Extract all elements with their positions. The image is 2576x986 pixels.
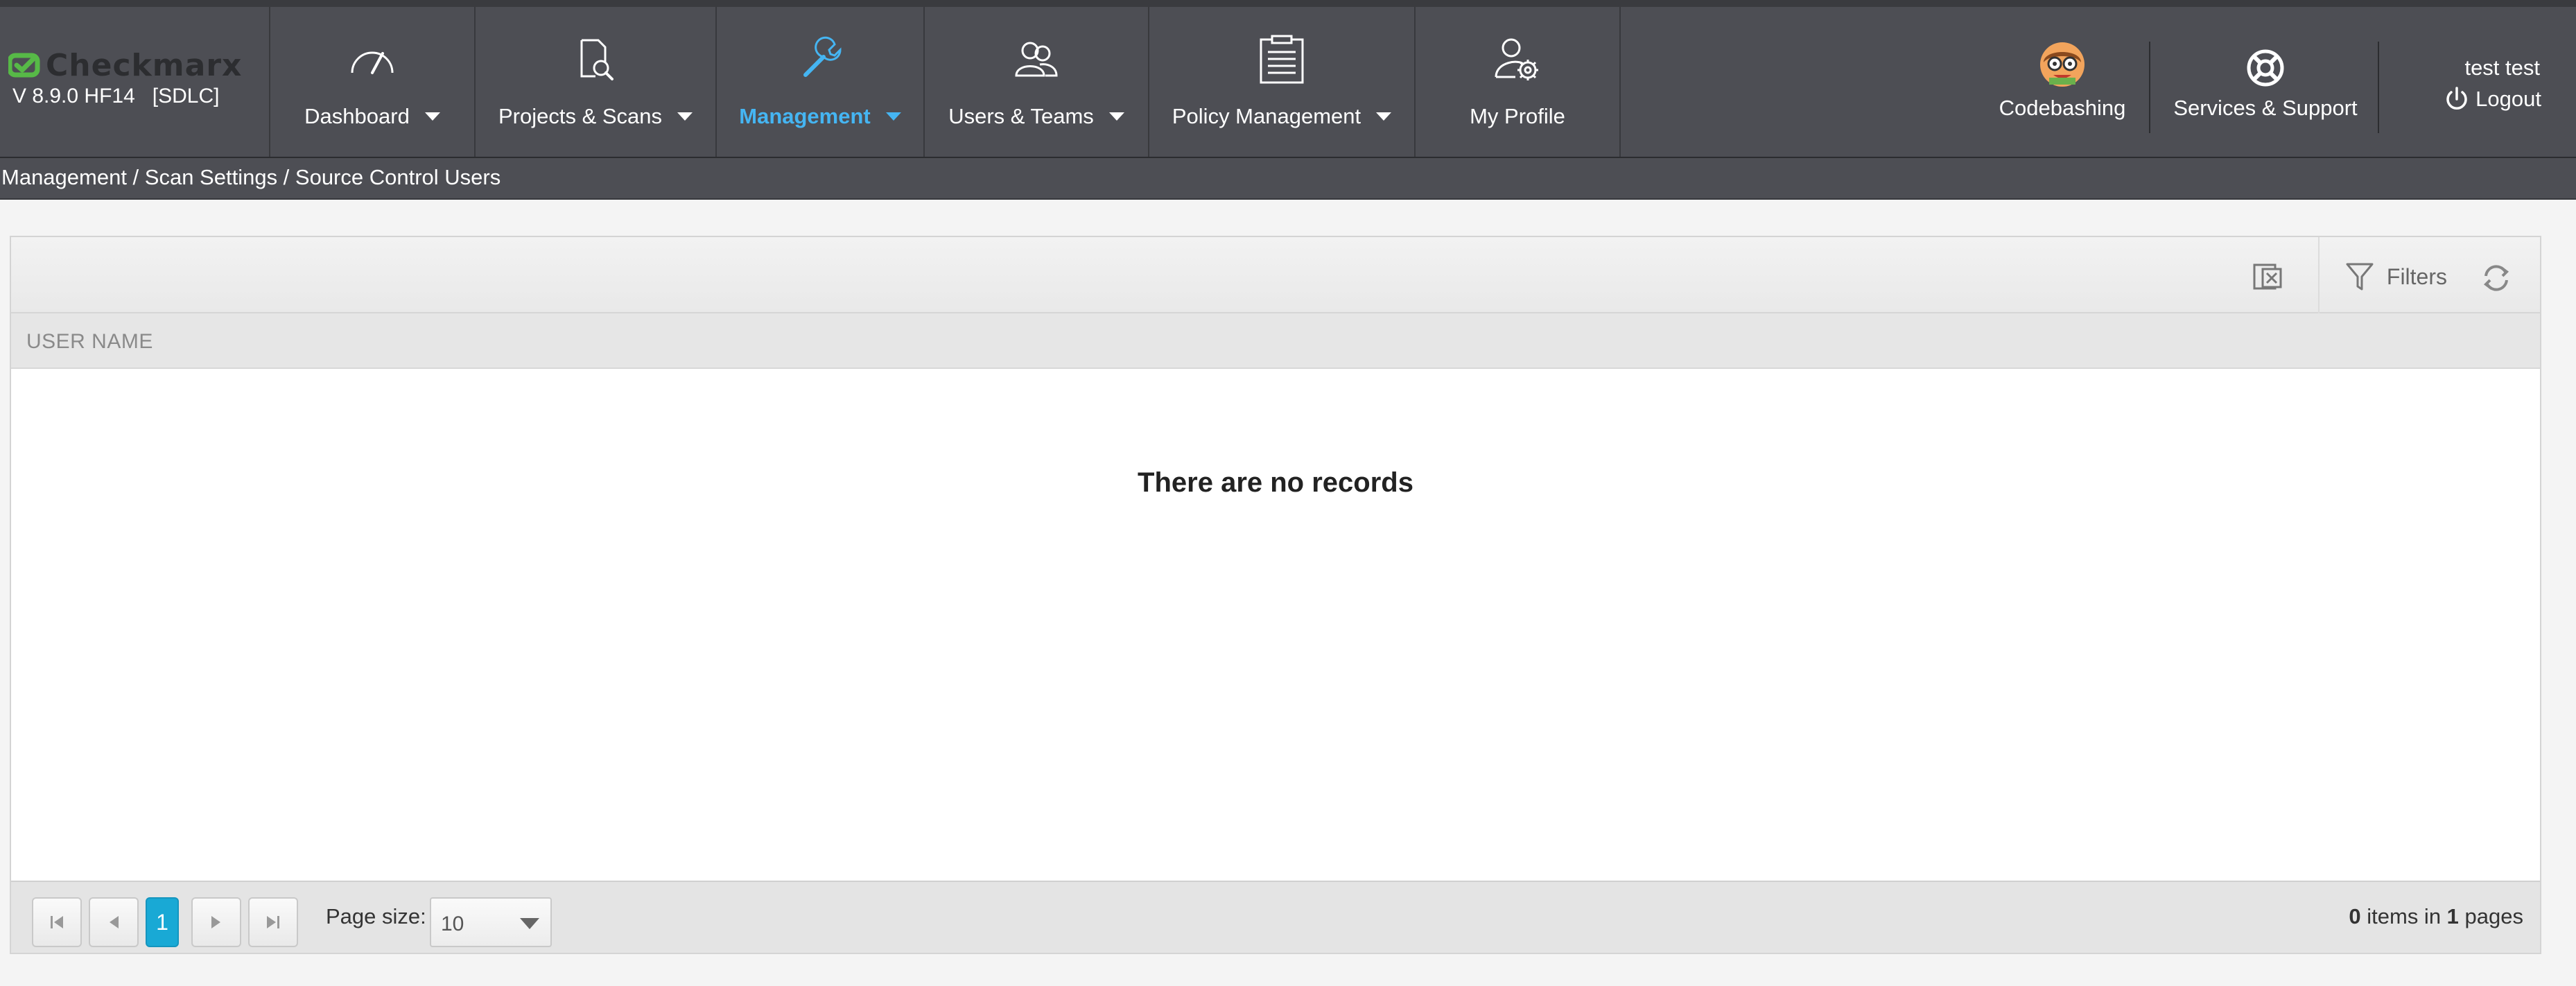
next-page-button[interactable] — [191, 897, 241, 947]
source-control-users-grid: Filters USER NAME There are no records 1… — [10, 236, 2541, 954]
nav-services-support[interactable]: Services & Support — [2156, 7, 2375, 157]
breadcrumb: Management / Scan Settings / Source Cont… — [1, 165, 501, 189]
nav-policy-label: Policy Management — [1149, 104, 1414, 129]
nav-users-label: Users & Teams — [925, 104, 1148, 129]
management-wrench-icon — [789, 28, 851, 90]
brand-area: Checkmarx V 8.9.0 HF14 [SDLC] — [0, 7, 270, 157]
profile-gear-icon — [1486, 28, 1549, 90]
nav-dashboard[interactable]: Dashboard — [270, 7, 476, 157]
version-label: V 8.9.0 HF14 [SDLC] — [12, 85, 220, 107]
top-navigation-bar: Checkmarx V 8.9.0 HF14 [SDLC] Dashboard … — [0, 0, 2576, 158]
page-size-select[interactable]: 10 — [430, 897, 552, 947]
filters-label: Filters — [2386, 263, 2447, 289]
refresh-icon — [2483, 265, 2509, 291]
nav-projects-scans[interactable]: Projects & Scans — [476, 7, 717, 157]
last-page-icon — [267, 916, 279, 928]
page-size-label: Page size: — [326, 904, 426, 928]
divider — [2378, 42, 2379, 133]
nav-management-label: Management — [717, 104, 923, 129]
items-text: items in — [2360, 904, 2447, 928]
grid-pager: 1 Page size: 10 0 items in 1 pages — [11, 881, 2540, 953]
chevron-down-icon — [885, 112, 901, 121]
nav-codebashing-label: Codebashing — [1999, 96, 2126, 120]
policy-clipboard-icon — [1251, 28, 1313, 90]
checkmarx-logo-icon — [8, 53, 40, 78]
divider — [2149, 42, 2150, 133]
logo-text: Checkmarx — [46, 47, 243, 83]
power-icon — [2446, 87, 2467, 110]
nav-management[interactable]: Management — [717, 7, 925, 157]
column-header-label: USER NAME — [26, 330, 153, 353]
nav-profile-label: My Profile — [1470, 104, 1565, 128]
user-name: test test — [2464, 55, 2540, 80]
logout-button[interactable]: Logout — [2444, 86, 2541, 112]
filters-button[interactable]: Filters — [2345, 259, 2447, 294]
last-page-button[interactable] — [248, 897, 298, 947]
nav-policy-management[interactable]: Policy Management — [1149, 7, 1416, 157]
projects-search-icon — [564, 28, 627, 90]
codebashing-avatar-icon — [2039, 42, 2085, 87]
first-page-icon — [51, 916, 63, 928]
nav-codebashing[interactable]: Codebashing — [1983, 7, 2142, 157]
page-1-button[interactable]: 1 — [146, 897, 179, 947]
nav-dashboard-label: Dashboard — [270, 104, 474, 129]
logout-label: Logout — [2475, 87, 2541, 111]
support-lifebuoy-icon — [2246, 49, 2285, 87]
nav-projects-label: Projects & Scans — [476, 104, 715, 129]
refresh-button[interactable] — [2480, 262, 2512, 294]
breadcrumb-bar: Management / Scan Settings / Source Cont… — [0, 158, 2576, 200]
users-icon — [1005, 28, 1068, 90]
page-size-value: 10 — [441, 913, 464, 935]
empty-grid-message: There are no records — [1138, 467, 1413, 498]
grid-toolbar: Filters — [11, 237, 2540, 313]
export-icon — [2253, 263, 2282, 290]
pages-text: pages — [2458, 904, 2523, 928]
nav-support-label: Services & Support — [2173, 96, 2358, 120]
export-button[interactable] — [2252, 261, 2285, 293]
prev-page-button[interactable] — [89, 897, 139, 947]
column-header-user-name[interactable]: USER NAME — [11, 313, 2540, 369]
chevron-down-icon — [1108, 112, 1124, 121]
chevron-down-icon — [677, 112, 693, 121]
toolbar-divider — [2318, 237, 2320, 313]
checkmarx-logo[interactable]: Checkmarx — [8, 47, 243, 83]
prev-page-icon — [110, 916, 119, 928]
nav-my-profile[interactable]: My Profile — [1416, 7, 1621, 157]
nav-users-teams[interactable]: Users & Teams — [925, 7, 1149, 157]
dashboard-gauge-icon — [341, 28, 403, 90]
pager-info: 0 items in 1 pages — [2349, 904, 2523, 929]
chevron-down-icon — [1376, 112, 1392, 121]
first-page-button[interactable] — [32, 897, 82, 947]
chevron-down-icon — [520, 918, 539, 929]
chevron-down-icon — [424, 112, 440, 121]
filter-icon — [2346, 263, 2374, 291]
pages-count: 1 — [2446, 904, 2459, 928]
items-count: 0 — [2349, 904, 2361, 928]
next-page-icon — [211, 916, 220, 928]
